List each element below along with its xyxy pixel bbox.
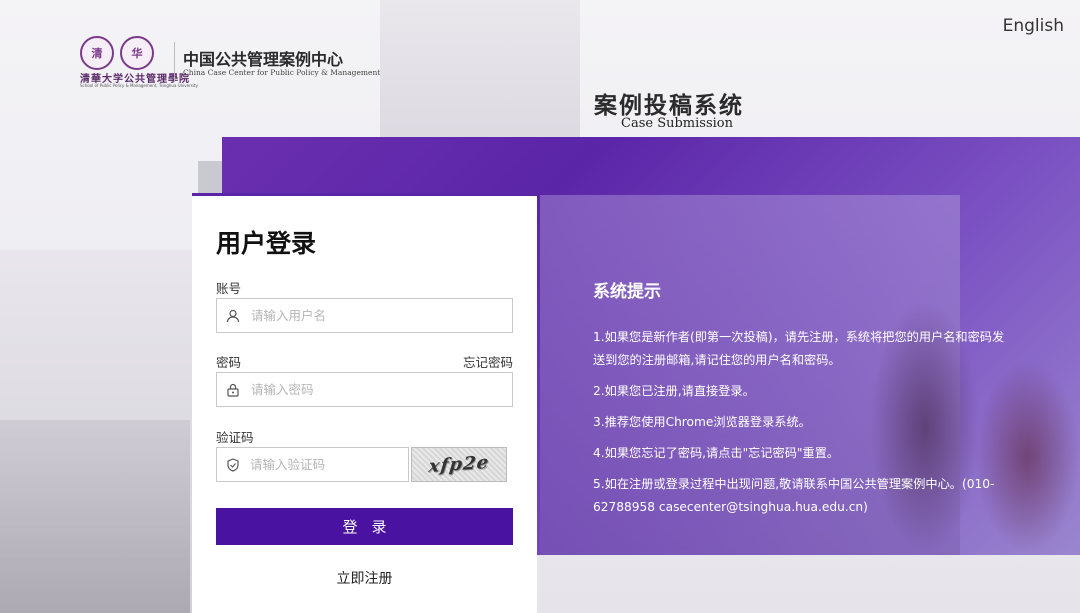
notice-item: 5.如在注册或登录过程中出现问题,敬请联系中国公共管理案例中心。(010-627…	[593, 477, 995, 514]
notice-item: 1.如果您是新作者(即第一次投稿)，请先注册，系统将把您的用户名和密码发送到您的…	[593, 330, 1005, 367]
captcha-input[interactable]	[248, 447, 408, 482]
notice-item: 2.如果您已注册,请直接登录。	[593, 384, 755, 398]
header: 清 华 清華大学公共管理學院 School of Public Policy &…	[0, 0, 1080, 90]
account-input[interactable]	[249, 298, 512, 333]
background-building-base	[0, 420, 190, 613]
password-label: 密码	[216, 355, 242, 370]
login-title: 用户登录	[216, 229, 317, 258]
notice-item: 4.如果您忘记了密码,请点击"忘记密码"重置。	[593, 446, 840, 460]
captcha-field[interactable]	[216, 447, 409, 482]
user-icon	[217, 299, 249, 332]
login-card: 用户登录 账号 密码 忘记密码 验证码 xfp2e 登录 立即注册	[192, 196, 537, 613]
language-switch-link[interactable]: English	[1003, 16, 1064, 36]
password-field[interactable]	[216, 372, 513, 407]
forgot-password-link[interactable]: 忘记密码	[463, 352, 513, 371]
system-subtitle: Case Submission	[621, 116, 733, 131]
seal-icon: 华	[120, 36, 154, 70]
notice-title: 系统提示	[593, 282, 661, 302]
notice-item: 3.推荐您使用Chrome浏览器登录系统。	[593, 415, 811, 429]
system-notice: 系统提示 1.如果您是新作者(即第一次投稿)，请先注册，系统将把您的用户名和密码…	[593, 277, 1013, 527]
password-input[interactable]	[249, 372, 512, 407]
seal-group: 清 华	[80, 36, 154, 70]
university-logo[interactable]: 清 华	[80, 36, 154, 70]
login-button[interactable]: 登录	[216, 508, 513, 545]
captcha-image[interactable]: xfp2e	[411, 447, 507, 482]
lock-icon	[217, 373, 249, 406]
captcha-label: 验证码	[216, 430, 254, 445]
org-name-en: China Case Center for Public Policy & Ma…	[183, 68, 381, 77]
org-name-cn: 中国公共管理案例中心	[183, 50, 344, 69]
decorative-strip	[198, 161, 222, 194]
register-link[interactable]: 立即注册	[192, 568, 537, 588]
seal-icon: 清	[80, 36, 114, 70]
account-field[interactable]	[216, 298, 513, 333]
logo-script-subtext: School of Public Policy & Management, Ts…	[80, 83, 198, 88]
logo-divider	[174, 42, 175, 82]
captcha-text: xfp2e	[427, 451, 491, 478]
shield-icon	[217, 448, 248, 481]
system-title: 案例投稿系统	[594, 93, 744, 119]
account-label: 账号	[216, 281, 242, 296]
